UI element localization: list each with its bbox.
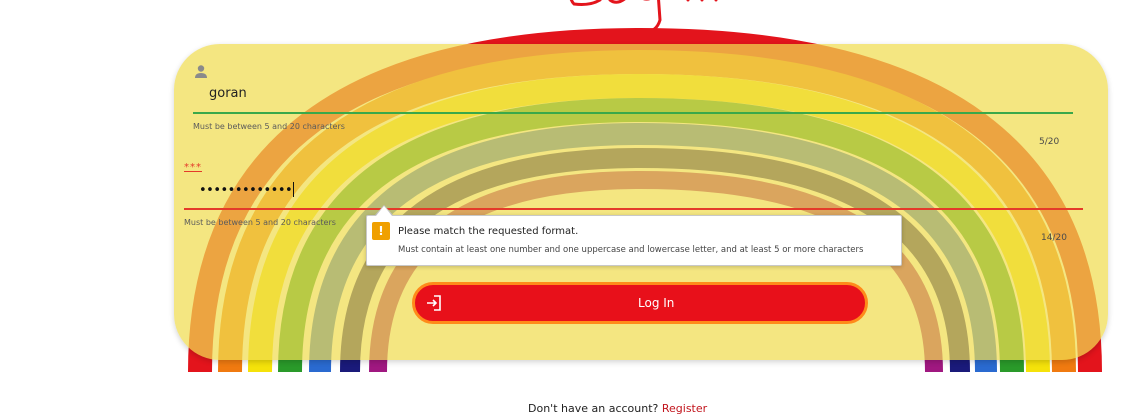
tooltip-title: Please match the requested format. — [398, 226, 579, 237]
username-input[interactable]: goran — [209, 86, 247, 101]
user-icon — [195, 65, 207, 78]
password-masked-value: ••••••••••••• — [199, 183, 293, 198]
username-underline — [193, 112, 1073, 114]
username-char-counter: 5/20 — [1039, 137, 1060, 147]
login-button-label: Log In — [638, 296, 675, 310]
register-link[interactable]: Register — [662, 402, 707, 415]
username-hint: Must be between 5 and 20 characters — [193, 122, 345, 131]
tooltip-arrow — [376, 206, 392, 216]
warning-icon: ! — [372, 222, 390, 240]
password-char-counter: 14/20 — [1041, 233, 1067, 243]
register-prompt: Don't have an account? Register — [528, 402, 707, 415]
validation-tooltip — [366, 215, 902, 266]
password-label: *** — [184, 162, 202, 173]
register-prompt-text: Don't have an account? — [528, 402, 662, 415]
text-caret — [293, 182, 295, 197]
password-hint: Must be between 5 and 20 characters — [184, 218, 336, 227]
password-input[interactable]: ••••••••••••• — [199, 182, 295, 198]
password-underline — [184, 208, 1083, 210]
tooltip-detail: Must contain at least one number and one… — [398, 245, 864, 255]
login-arrow-icon — [427, 295, 441, 311]
